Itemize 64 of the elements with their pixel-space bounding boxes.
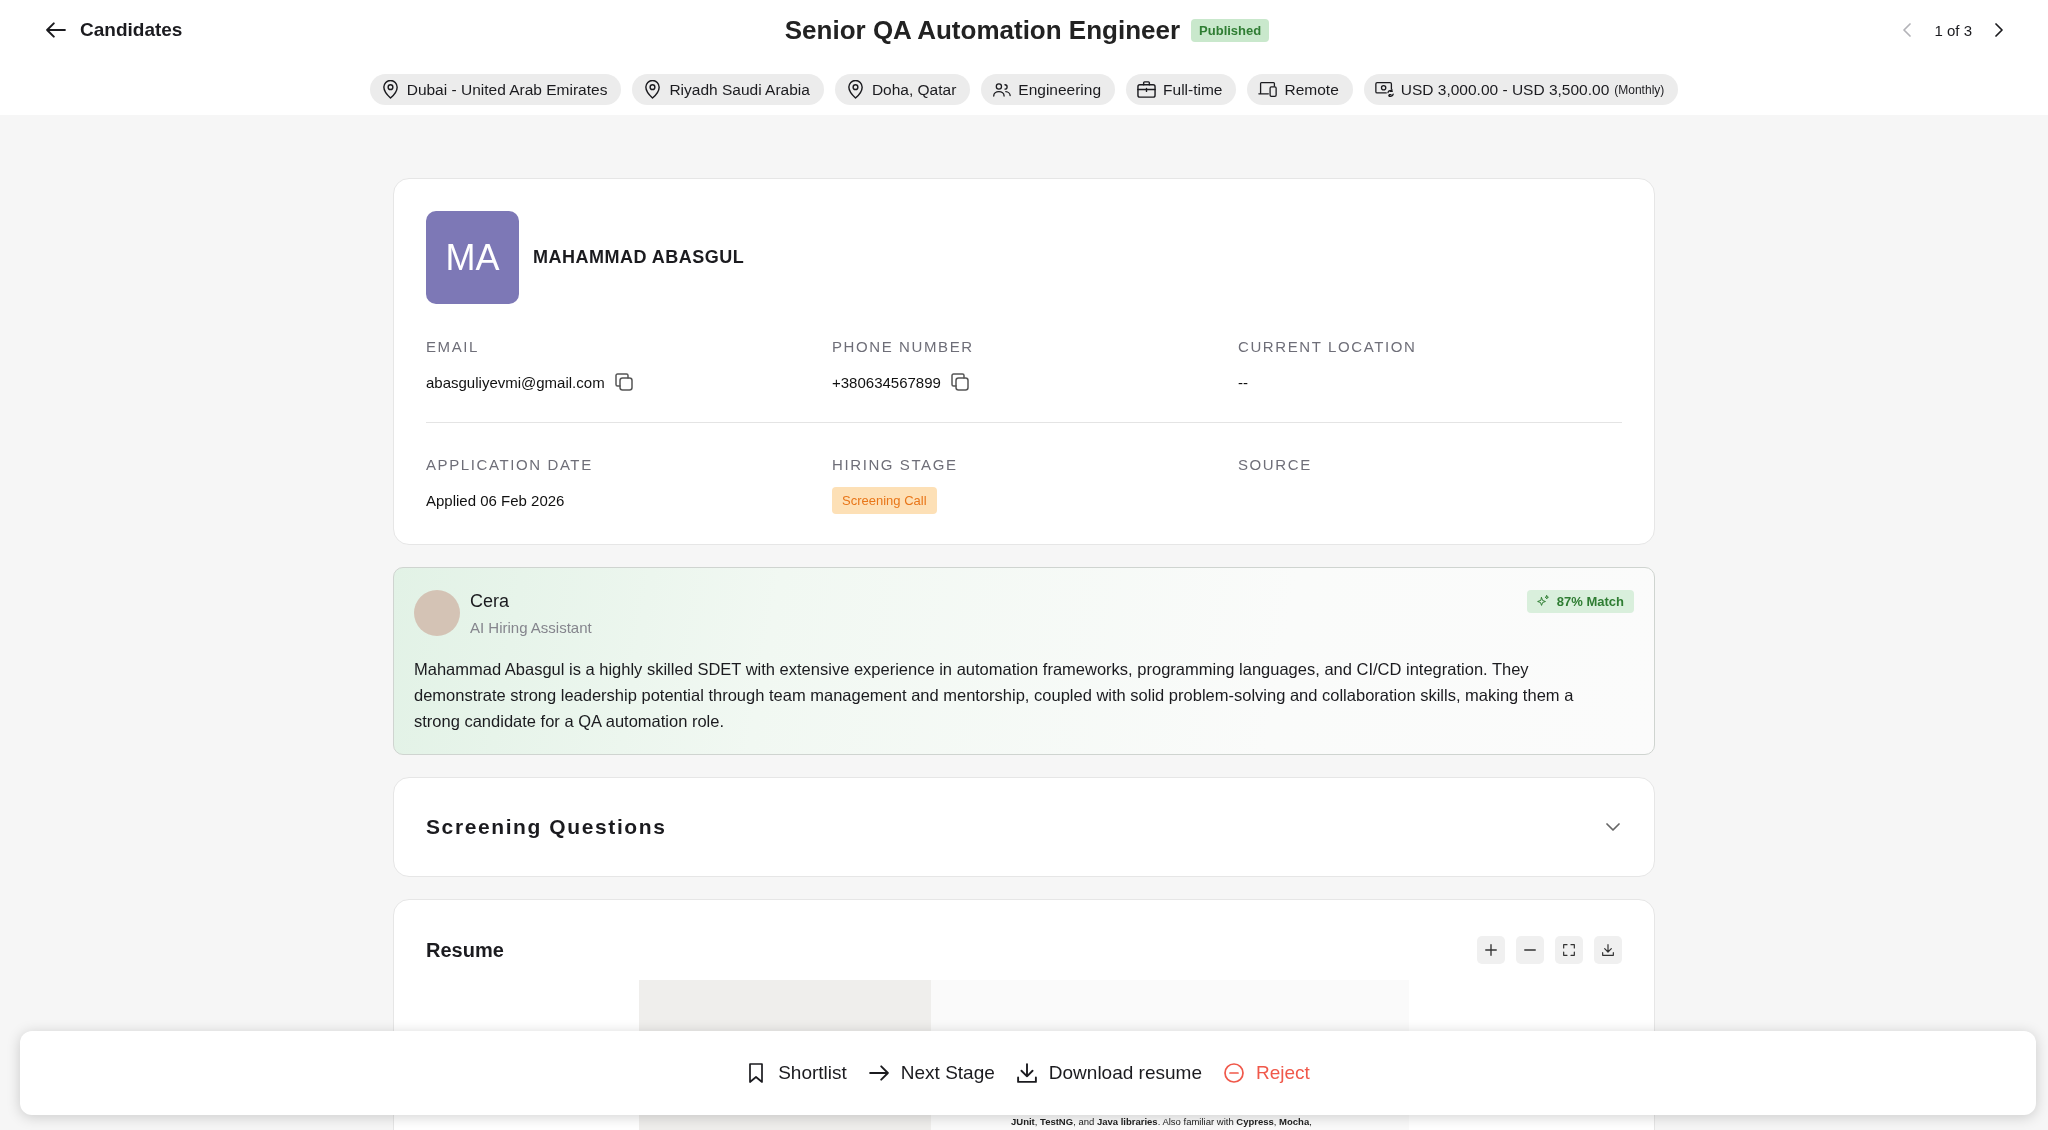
- back-link[interactable]: Candidates: [46, 19, 183, 41]
- briefcase-icon: [1137, 80, 1157, 99]
- tag-label: Engineering: [1018, 80, 1102, 99]
- section-title: Resume: [426, 938, 504, 962]
- page-counter: 1 of 3: [1934, 21, 1972, 39]
- fullscreen-button[interactable]: [1555, 936, 1583, 964]
- sparkle-icon: [1536, 595, 1550, 608]
- field-label: HIRING STAGE: [832, 456, 959, 474]
- resume-text: JUnit, TestNG, and Java libraries. Also familiar with Cypress, Mocha,: [1011, 1116, 1312, 1127]
- copy-button[interactable]: [950, 373, 969, 391]
- tag-label: Riyadh Saudi Arabia: [669, 80, 810, 99]
- field-value: Applied 06 Feb 2026: [426, 491, 565, 509]
- download-icon: [1016, 1063, 1037, 1083]
- back-arrow-icon: [46, 22, 66, 38]
- next-stage-button[interactable]: Next Stage: [868, 1056, 995, 1090]
- summary-text: Mahammad Abasgul is a highly skilled SDET with extensive experience in automation frameworks, programming languages, and CI/CD integration. They demonstrate strong leadership potential through team management and mentorship, coupled with solid problem-solving and collaboration skills, making them a strong candidate for a QA automation role.: [414, 659, 1575, 732]
- copy-icon: [614, 373, 633, 391]
- chevron-down-icon[interactable]: [1606, 823, 1620, 831]
- salary-period: (Monthly): [1614, 82, 1665, 97]
- field-value: --: [1238, 373, 1248, 391]
- avatar-placeholder: [414, 590, 460, 636]
- tag-label: Remote: [1284, 80, 1339, 99]
- job-title: Senior QA Automation Engineer: [784, 14, 1181, 46]
- zoom-in-button[interactable]: [1477, 936, 1505, 964]
- fullscreen-icon: [1563, 944, 1575, 956]
- chevron-right-icon: [1995, 23, 2003, 37]
- assistant-role: AI Hiring Assistant: [470, 619, 593, 636]
- initials-avatar: MA: [426, 211, 519, 304]
- accordion-card[interactable]: Screening Questions: [393, 777, 1655, 877]
- copy-button[interactable]: [614, 373, 633, 391]
- field-label: SOURCE: [1238, 456, 1313, 474]
- map-pin-icon: [380, 80, 400, 99]
- shortlist-button[interactable]: Shortlist: [746, 1056, 847, 1090]
- people-icon: [992, 80, 1012, 99]
- field-label: CURRENT LOCATION: [1238, 338, 1418, 356]
- field-value: abasguliyevmi@gmail.com: [426, 373, 605, 391]
- assistant-name: Cera: [470, 591, 510, 612]
- download-icon: [1602, 944, 1614, 956]
- arrow-right-icon: [868, 1063, 889, 1083]
- candidate-name: MAHAMMAD ABASGUL: [533, 247, 745, 268]
- copy-icon: [950, 373, 969, 391]
- status-badge: Published: [1191, 18, 1270, 42]
- download-resume-button[interactable]: Download resume: [1016, 1056, 1202, 1090]
- minus-icon: [1524, 949, 1536, 951]
- tag-label: Full-time: [1163, 80, 1223, 99]
- tag-label: USD 3,000.00 - USD 3,500.00: [1400, 80, 1610, 99]
- field-label: APPLICATION DATE: [426, 456, 594, 474]
- map-pin-icon: [845, 80, 865, 99]
- tag-label: Doha, Qatar: [871, 80, 957, 99]
- tag-label: Dubai - United Arab Emirates: [406, 80, 608, 99]
- map-pin-icon: [643, 80, 663, 99]
- field-label: EMAIL: [426, 338, 480, 356]
- minus-circle-icon: [1223, 1063, 1244, 1083]
- plus-icon: [1485, 944, 1497, 956]
- field-label: PHONE NUMBER: [832, 338, 975, 356]
- devices-icon: [1258, 80, 1278, 99]
- stage-badge: Screening Call: [832, 487, 937, 514]
- match-score: 87% Match: [1556, 594, 1624, 609]
- download-button[interactable]: [1594, 936, 1622, 964]
- section-title: Screening Questions: [426, 815, 667, 839]
- field-value: +380634567899: [832, 373, 941, 391]
- chevron-left-icon: [1903, 23, 1912, 37]
- zoom-out-button[interactable]: [1516, 936, 1544, 964]
- banknote-icon: [1374, 80, 1394, 99]
